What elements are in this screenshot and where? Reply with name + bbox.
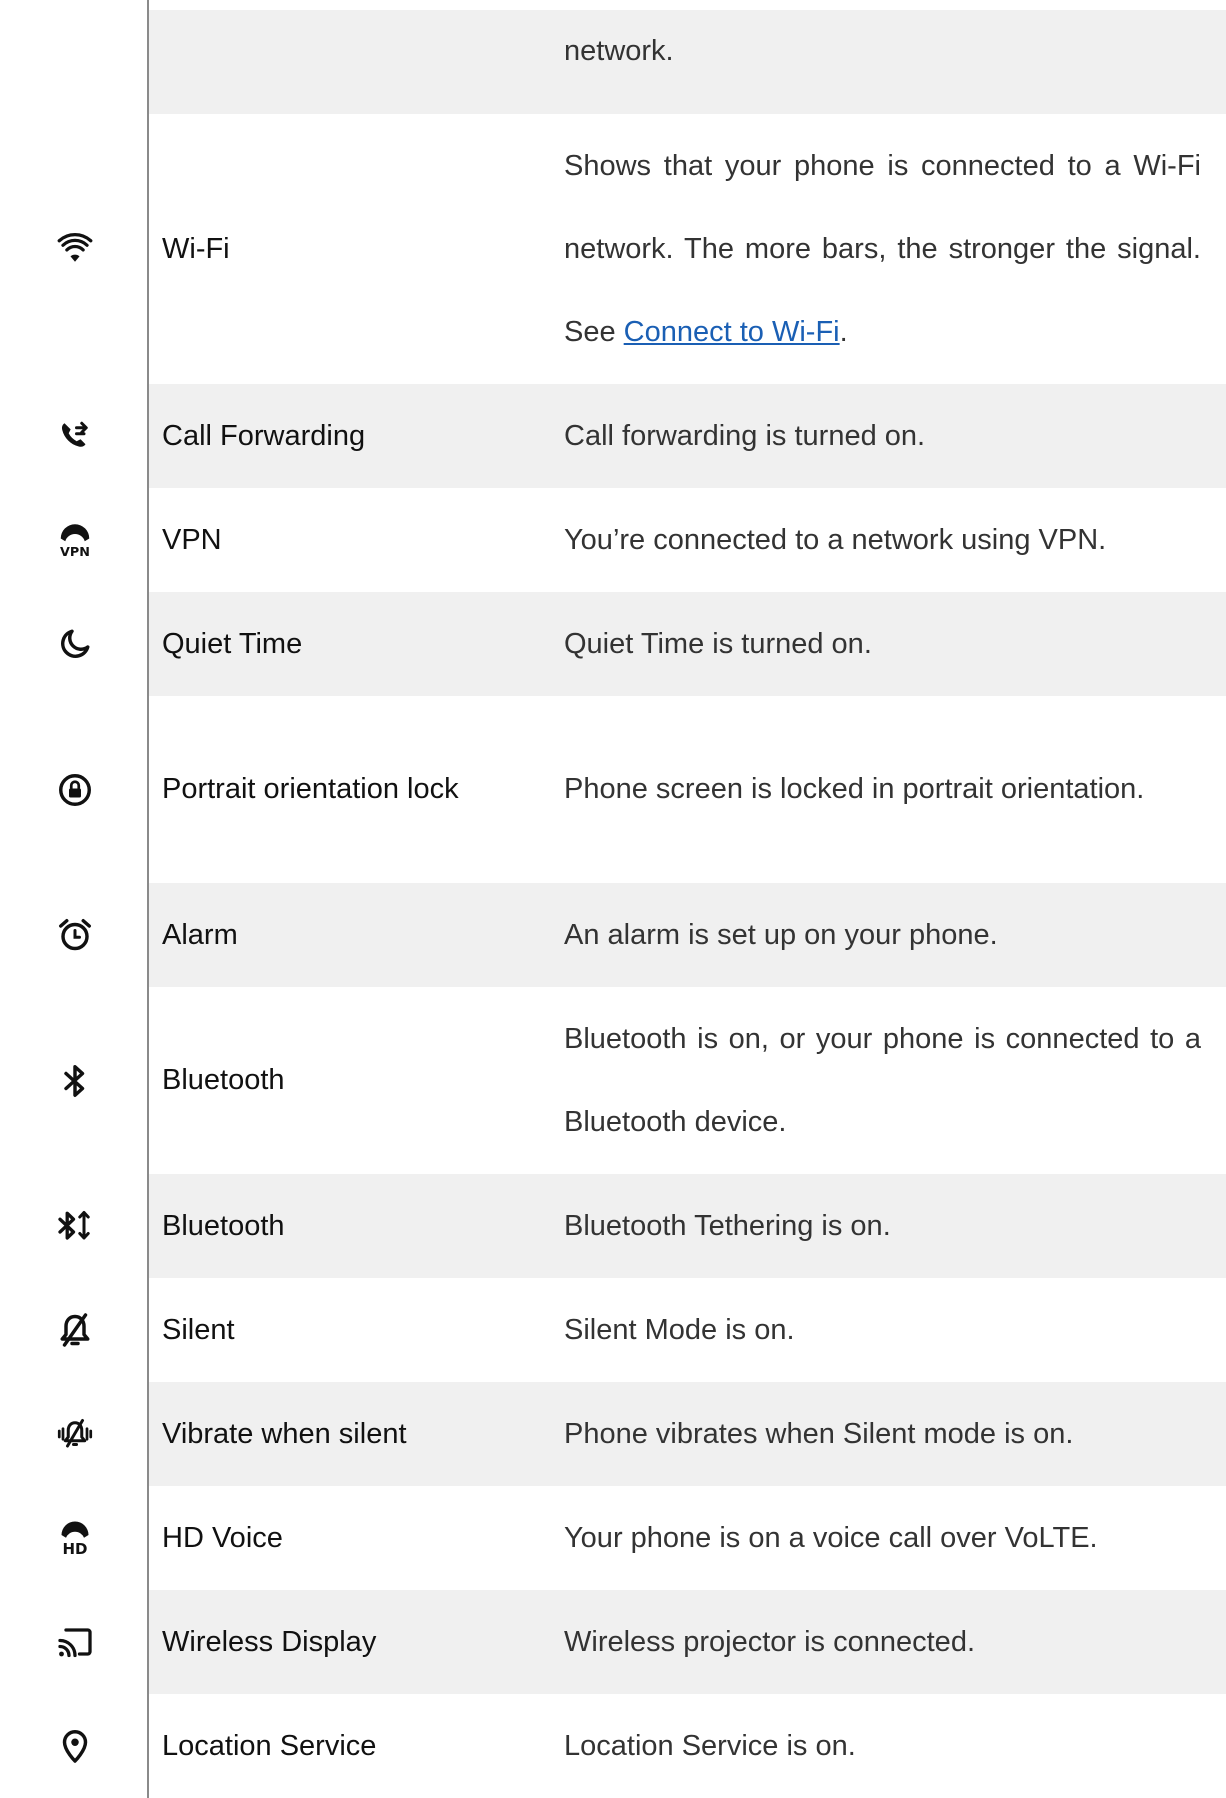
vibrate-icon	[0, 1382, 149, 1486]
row-name: Alarm	[162, 918, 238, 951]
cast-icon	[0, 1590, 149, 1694]
row-name: Call Forwarding	[162, 419, 366, 452]
hd-voice-icon: HD	[0, 1486, 149, 1590]
row-description-suffix: .	[839, 315, 848, 348]
table-row: network.	[149, 10, 1226, 114]
row-name: Bluetooth	[162, 1209, 285, 1242]
row-name: Bluetooth	[162, 1064, 285, 1096]
table-row: Call Forwarding Call forwarding is turne…	[61, 384, 1226, 488]
vpn-icon: VPN	[0, 488, 149, 592]
row-name: Wireless Display	[162, 1625, 377, 1658]
row-description: Bluetooth is on, or your phone is connec…	[564, 1022, 1201, 1138]
orientation-lock-icon	[0, 696, 149, 883]
table-row: Silent Silent Mode is on.	[60, 1278, 1226, 1382]
wifi-icon	[0, 114, 149, 384]
row-name: Portrait orientation lock	[162, 773, 459, 805]
bluetooth-tethering-icon	[0, 1174, 149, 1278]
row-description: Quiet Time is turned on.	[564, 627, 872, 660]
row-description: Wireless projector is connected.	[564, 1625, 975, 1658]
row-description: Your phone is on a voice call over VoLTE…	[564, 1521, 1098, 1554]
row-name: Location Service	[162, 1729, 377, 1762]
svg-text:HD: HD	[62, 1540, 87, 1556]
row-name: Quiet Time	[162, 627, 303, 660]
row-description: Call forwarding is turned on.	[564, 419, 926, 452]
table-row: Vibrate when silent Phone vibrates when …	[57, 1382, 1226, 1486]
row-name: Silent	[162, 1313, 235, 1346]
row-description: network.	[564, 34, 674, 67]
connect-to-wifi-link[interactable]: Connect to Wi-Fi	[624, 316, 840, 348]
row-description: An alarm is set up on your phone.	[564, 918, 998, 951]
call-forwarding-icon	[0, 384, 149, 488]
table-row: Bluetooth Bluetooth is on, or your phone…	[63, 987, 1226, 1174]
row-description: Silent Mode is on.	[564, 1313, 795, 1346]
location-icon	[0, 1694, 149, 1798]
row-description: Bluetooth Tethering is on.	[564, 1209, 891, 1242]
row-name: VPN	[162, 523, 222, 556]
table-row: Quiet Time Quiet Time is turned on.	[60, 592, 1226, 696]
row-name: Wi-Fi	[162, 232, 230, 265]
table-row: Alarm An alarm is set up on your phone.	[58, 883, 1226, 987]
table-row: Wireless Display Wireless projector is c…	[57, 1590, 1226, 1694]
silent-icon	[0, 1278, 149, 1382]
row-description: Location Service is on.	[564, 1729, 856, 1762]
row-name: HD Voice	[162, 1521, 283, 1554]
svg-text:VPN: VPN	[60, 545, 90, 558]
table-row: Location Service Location Service is on.	[62, 1694, 1226, 1798]
table-row: VPN VPN You’re connected to a network us…	[60, 488, 1226, 592]
bluetooth-icon	[0, 987, 149, 1174]
row-description: Phone vibrates when Silent mode is on.	[564, 1417, 1074, 1450]
row-description: Phone screen is locked in portrait orien…	[564, 773, 1145, 805]
row-name: Vibrate when silent	[162, 1417, 407, 1450]
row-description: You’re connected to a network using VPN.	[564, 523, 1107, 556]
table-row: Portrait orientation lock Phone screen i…	[58, 696, 1226, 883]
status-icon-table: network. Wi-Fi Shows that your phone is …	[57, 10, 1226, 1798]
moon-icon	[0, 592, 149, 696]
table-row: Wi-Fi Shows that your phone is connected…	[57, 114, 1226, 384]
alarm-icon	[0, 883, 149, 987]
row-description: Shows that your phone is connected to a …	[564, 125, 1201, 374]
table-row: Bluetooth Bluetooth Tethering is on.	[57, 1174, 1226, 1278]
table-row: HD HD Voice Your phone is on a voice cal…	[61, 1486, 1226, 1590]
